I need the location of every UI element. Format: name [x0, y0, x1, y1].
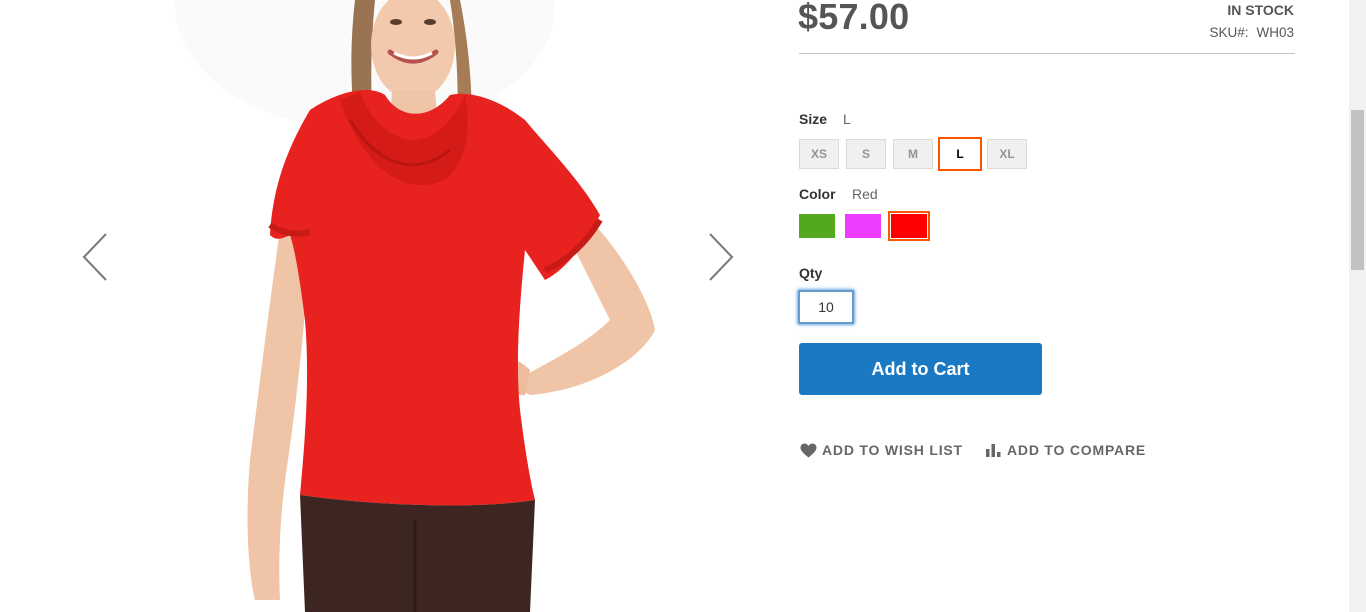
scrollbar-thumb[interactable]: [1351, 110, 1364, 270]
size-selected-value: L: [843, 111, 851, 127]
size-option-xs[interactable]: XS: [799, 139, 839, 169]
sku-value: WH03: [1256, 25, 1294, 40]
color-label: Color: [799, 186, 836, 202]
size-label: Size: [799, 111, 828, 127]
chevron-left-icon: [82, 233, 107, 281]
color-option-green[interactable]: [799, 214, 835, 238]
qty-input[interactable]: [798, 290, 854, 324]
product-sku: SKU#: WH03: [1209, 25, 1294, 40]
gallery-prev-button[interactable]: [80, 230, 110, 284]
product-image: [247, 0, 655, 612]
heart-icon: [799, 441, 817, 459]
size-option-l[interactable]: L: [938, 137, 982, 171]
color-option-purple[interactable]: [845, 214, 881, 238]
gallery-next-button[interactable]: [706, 230, 736, 284]
add-to-cart-button[interactable]: Add to Cart: [799, 343, 1042, 395]
add-to-wishlist-link[interactable]: Add to Wish List: [799, 441, 963, 459]
divider: [799, 53, 1295, 54]
chevron-right-icon: [709, 233, 734, 281]
product-gallery: [0, 0, 780, 612]
product-price: $57.00: [798, 0, 910, 37]
size-option-xl[interactable]: XL: [987, 139, 1027, 169]
color-selected-value: Red: [852, 186, 878, 202]
page-scrollbar[interactable]: [1349, 0, 1366, 612]
stock-status: IN STOCK: [1227, 2, 1294, 18]
sku-label: SKU#:: [1209, 25, 1249, 40]
size-option-s[interactable]: S: [846, 139, 886, 169]
bar-chart-icon: [984, 441, 1002, 459]
add-to-wishlist-label: Add to Wish List: [822, 442, 963, 458]
color-option-red[interactable]: [888, 211, 930, 241]
add-to-compare-label: Add to Compare: [1007, 442, 1147, 458]
qty-label: Qty: [799, 265, 823, 281]
size-option-m[interactable]: M: [893, 139, 933, 169]
add-to-compare-link[interactable]: Add to Compare: [984, 441, 1146, 459]
